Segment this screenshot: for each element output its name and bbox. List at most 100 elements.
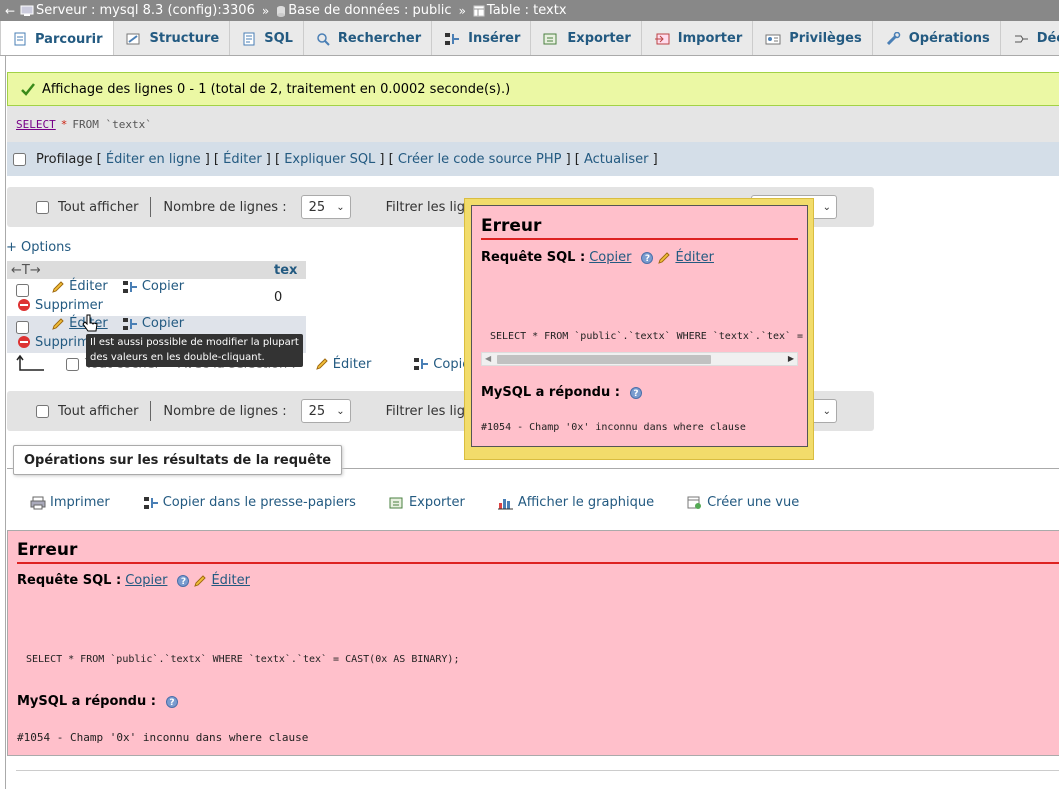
edit-link[interactable]: Éditer	[223, 152, 262, 167]
search-icon	[317, 32, 330, 46]
error-popup: Erreur Requête SQL : Copier ? Éditer SEL…	[464, 198, 814, 460]
rows-per-page-select[interactable]: 25 ⌄	[300, 399, 351, 423]
query-operations-links: Imprimer Copier dans le presse-papiers E…	[30, 495, 799, 510]
breadcrumb-server[interactable]: Serveur : mysql 8.3 (config):3306	[20, 3, 255, 18]
tab-insert[interactable]: Insérer	[432, 21, 532, 55]
row-delete-button[interactable]: Supprimer	[17, 298, 103, 313]
database-icon	[277, 5, 286, 17]
help-icon[interactable]: ?	[641, 251, 654, 264]
row-checkbox[interactable]	[16, 283, 29, 297]
error-title: Erreur	[481, 216, 798, 240]
explain-sql-link[interactable]: Expliquer SQL	[284, 152, 375, 167]
arrow-left-up-icon	[16, 354, 44, 371]
error-popup-content: Erreur Requête SQL : Copier ? Éditer SEL…	[471, 205, 808, 447]
check-icon	[21, 83, 35, 96]
browse-icon	[14, 32, 26, 46]
error-copy-link[interactable]: Copier	[125, 573, 167, 588]
delete-icon	[18, 299, 30, 311]
mysql-response-label: MySQL a répondu : ?	[481, 385, 642, 400]
row-copy-button[interactable]: Copier	[122, 279, 184, 294]
create-view-link[interactable]: Créer une vue	[687, 495, 799, 510]
tab-search[interactable]: Rechercher	[304, 21, 433, 55]
view-icon	[687, 496, 702, 509]
row-edit-button[interactable]: Éditer	[51, 316, 108, 331]
privileges-icon	[765, 34, 781, 44]
error-query: SELECT * FROM `public`.`textx` WHERE `te…	[490, 331, 808, 342]
tab-triggers[interactable]: Déclencheurs	[1001, 21, 1059, 55]
error-title: Erreur	[17, 540, 1059, 564]
sql-keyword[interactable]: SELECT	[16, 118, 56, 131]
inline-edit-link[interactable]: Éditer en ligne	[106, 152, 201, 167]
success-message: Affichage des lignes 0 - 1 (total de 2, …	[7, 72, 1059, 106]
help-icon[interactable]: ?	[629, 386, 642, 399]
copy-icon	[122, 317, 137, 330]
column-header-tex[interactable]: tex	[270, 261, 306, 279]
print-link[interactable]: Imprimer	[30, 495, 110, 510]
copy-icon	[414, 358, 429, 370]
error-edit-link[interactable]: Éditer	[675, 250, 714, 265]
profiling-bar: Profilage [ Éditer en ligne ] [ Éditer ]…	[7, 142, 1059, 176]
refresh-link[interactable]: Actualiser	[584, 152, 648, 167]
export-icon	[389, 497, 403, 508]
tab-sql[interactable]: SQL	[230, 21, 304, 55]
import-icon	[654, 33, 670, 44]
chart-icon	[497, 498, 513, 509]
insert-icon	[445, 32, 460, 45]
cell-value[interactable]: 0	[270, 279, 306, 316]
tab-export[interactable]: Exporter	[531, 21, 642, 55]
table-row: Éditer Copier Supprimer 0	[7, 279, 306, 316]
pencil-icon	[194, 574, 207, 587]
tab-structure[interactable]: Structure	[114, 21, 231, 55]
pencil-icon	[315, 358, 328, 370]
row-checkbox[interactable]	[16, 320, 29, 334]
error-copy-link[interactable]: Copier	[589, 250, 631, 265]
show-all-checkbox[interactable]	[36, 404, 49, 418]
column-controls[interactable]: ←T→	[7, 261, 270, 279]
options-link[interactable]: + Options	[6, 240, 71, 255]
error-sql-label: Requête SQL : Copier ? Éditer	[481, 250, 714, 265]
row-edit-button[interactable]: Éditer	[51, 279, 108, 294]
profiling-checkbox[interactable]	[13, 152, 26, 166]
export-icon	[543, 33, 557, 44]
create-php-link[interactable]: Créer le code source PHP	[398, 152, 562, 167]
tab-bar: Parcourir Structure SQL Rechercher Insér…	[0, 21, 1059, 56]
copy-clipboard-link[interactable]: Copier dans le presse-papiers	[143, 495, 356, 510]
rows-per-page-select[interactable]: 25 ⌄	[300, 195, 351, 219]
server-icon	[20, 5, 34, 16]
triggers-icon	[1014, 35, 1028, 42]
help-icon[interactable]: ?	[177, 574, 190, 587]
help-icon[interactable]: ?	[165, 695, 178, 708]
export-link[interactable]: Exporter	[389, 495, 465, 510]
breadcrumb-table[interactable]: Table : textx	[473, 3, 567, 18]
show-all-checkbox[interactable]	[36, 200, 49, 214]
tab-browse[interactable]: Parcourir	[0, 21, 114, 55]
horizontal-scrollbar[interactable]: ◀ ▶	[481, 352, 798, 366]
footer-divider	[16, 770, 1059, 771]
error-panel: Erreur Requête SQL : Copier ? Éditer SEL…	[7, 530, 1059, 756]
error-edit-link[interactable]: Éditer	[211, 573, 250, 588]
bulk-edit-button[interactable]: Éditer	[315, 357, 371, 372]
operations-icon	[886, 31, 900, 45]
structure-icon	[126, 33, 140, 44]
sql-icon	[243, 32, 255, 45]
pencil-icon	[658, 251, 671, 264]
check-all-checkbox[interactable]	[66, 357, 79, 371]
error-message: #1054 - Champ '0x' inconnu dans where cl…	[17, 731, 309, 744]
breadcrumb-database[interactable]: Base de données : public	[276, 3, 452, 18]
error-message: #1054 - Champ '0x' inconnu dans where cl…	[481, 422, 746, 433]
show-chart-link[interactable]: Afficher le graphique	[497, 495, 654, 510]
delete-icon	[18, 336, 30, 348]
tab-privileges[interactable]: Privilèges	[753, 21, 873, 55]
back-arrow-icon[interactable]: ←	[0, 4, 20, 18]
tab-import[interactable]: Importer	[642, 21, 754, 55]
row-copy-button[interactable]: Copier	[122, 316, 184, 331]
query-operations-legend: Opérations sur les résultats de la requê…	[13, 445, 343, 475]
copy-icon	[122, 280, 137, 293]
content-border	[5, 56, 6, 789]
print-icon	[30, 496, 46, 509]
tab-operations[interactable]: Opérations	[873, 21, 1001, 55]
pencil-icon	[52, 280, 64, 293]
sql-query-display: SELECT * FROM `textx`	[7, 106, 1059, 142]
pencil-icon	[52, 317, 64, 330]
error-query: SELECT * FROM `public`.`textx` WHERE `te…	[26, 654, 460, 665]
